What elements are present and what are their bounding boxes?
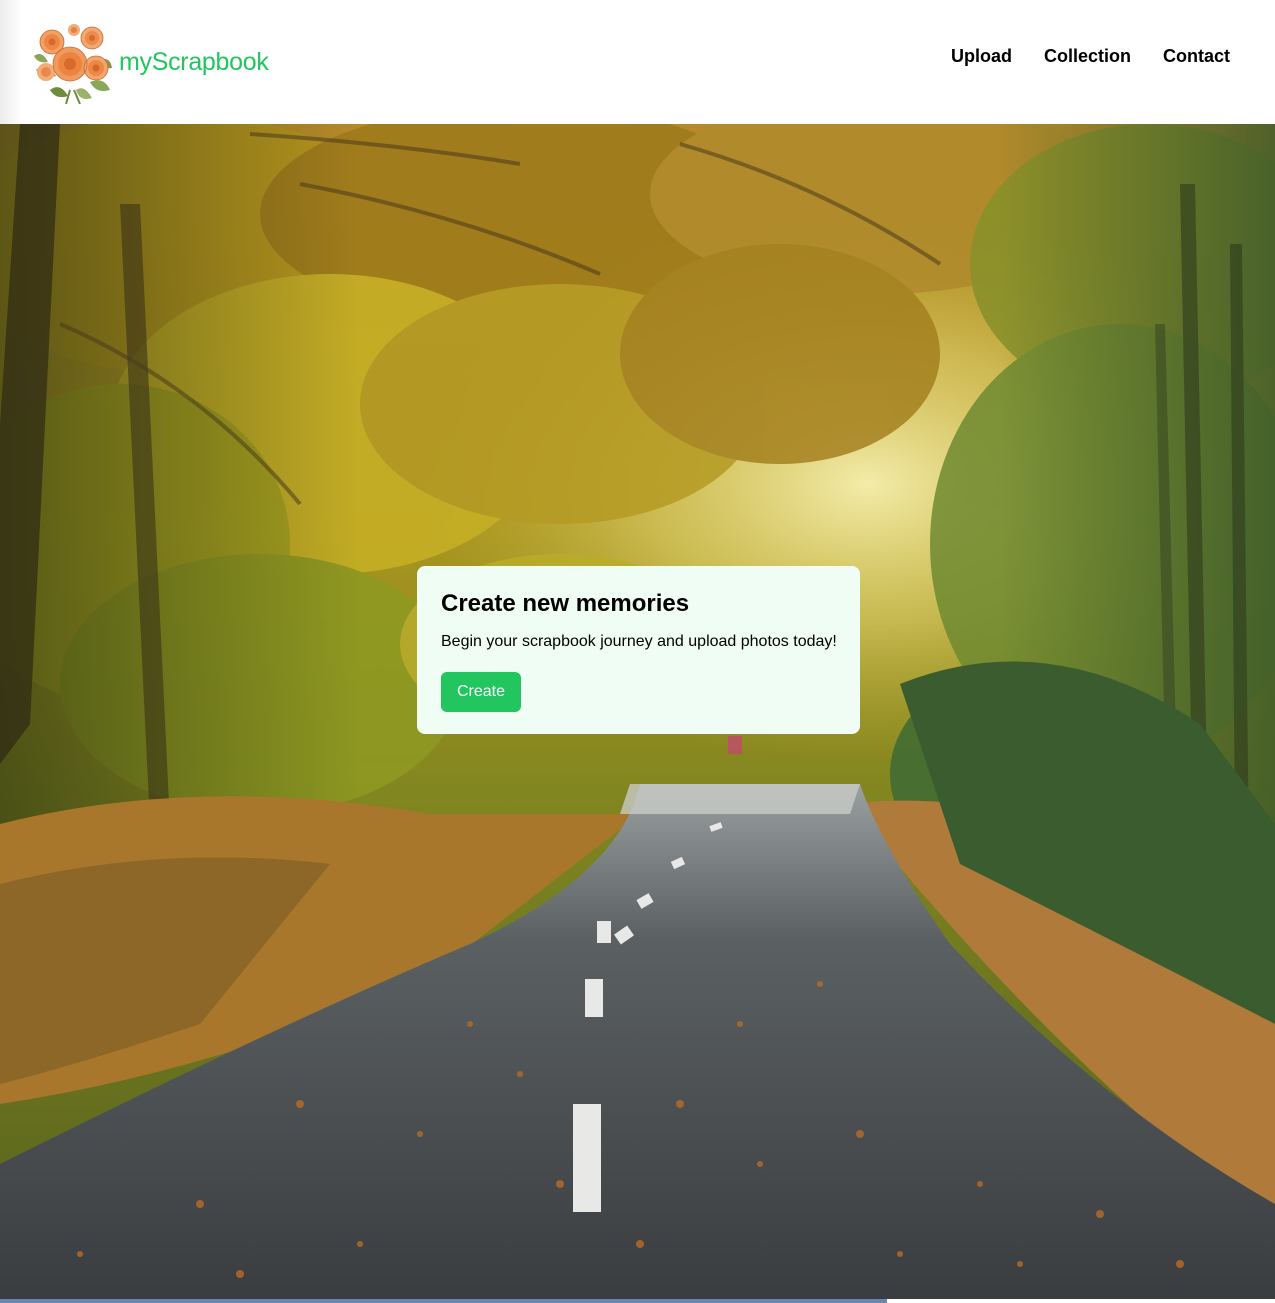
flower-bouquet-icon bbox=[34, 24, 112, 104]
header-shadow bbox=[0, 0, 22, 124]
card-description: Begin your scrapbook journey and upload … bbox=[441, 633, 837, 650]
main-nav: Upload Collection Contact bbox=[951, 46, 1230, 67]
nav-link-upload[interactable]: Upload bbox=[951, 46, 1012, 67]
brand-home-link[interactable]: myScrapbook bbox=[30, 20, 269, 104]
create-memories-card: Create new memories Begin your scrapbook… bbox=[417, 566, 860, 734]
site-header: myScrapbook Upload Collection Contact bbox=[0, 0, 1275, 124]
nav-link-contact[interactable]: Contact bbox=[1163, 46, 1230, 67]
card-title: Create new memories bbox=[441, 590, 690, 617]
create-button[interactable]: Create bbox=[441, 672, 522, 712]
brand-name[interactable]: myScrapbook bbox=[119, 48, 269, 77]
page: myScrapbook Upload Collection Contact Cr… bbox=[0, 0, 1275, 1303]
nav-link-collection[interactable]: Collection bbox=[1044, 46, 1131, 67]
bottom-scrollbar[interactable] bbox=[0, 1299, 887, 1303]
